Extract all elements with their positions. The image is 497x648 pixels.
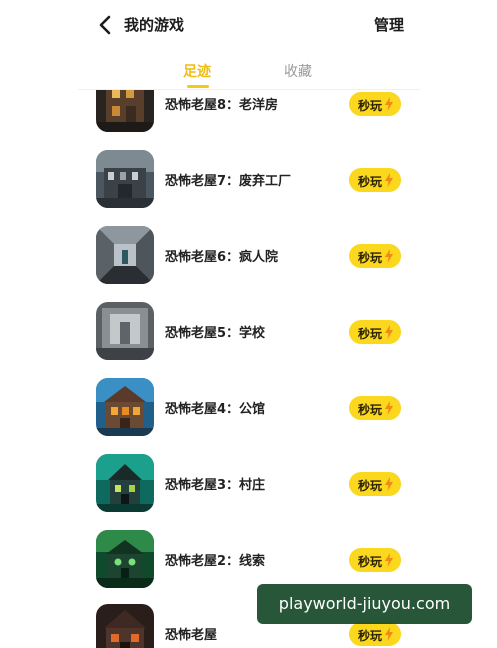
- instant-play-label: 秒玩: [358, 403, 383, 417]
- list-item[interactable]: 恐怖老屋8：老洋房 秒玩: [0, 90, 497, 134]
- instant-play-label: 秒玩: [358, 629, 383, 643]
- game-title: 恐怖老屋2：线索: [165, 554, 266, 569]
- tab-footprint[interactable]: 足迹: [183, 61, 211, 81]
- lightning-icon: [385, 401, 393, 415]
- asylum-corridor-game-icon: [96, 226, 154, 284]
- page-title: 我的游戏: [124, 16, 185, 34]
- instant-play-button[interactable]: 秒玩: [349, 92, 401, 116]
- active-tab-indicator: [187, 85, 209, 88]
- lightning-icon: [385, 627, 393, 641]
- game-list: 恐怖老屋8：老洋房 秒玩 恐怖老屋7：废弃工厂 秒玩 恐怖老屋6：疯人院 秒玩 …: [0, 90, 497, 648]
- instant-play-button[interactable]: 秒玩: [349, 472, 401, 496]
- instant-play-button[interactable]: 秒玩: [349, 168, 401, 192]
- list-item[interactable]: 恐怖老屋7：废弃工厂 秒玩: [0, 150, 497, 210]
- tab-favorites[interactable]: 收藏: [284, 61, 312, 81]
- watermark-text: playworld-jiuyou.com: [278, 594, 451, 613]
- lightning-icon: [385, 249, 393, 263]
- village-house-game-icon: [96, 454, 154, 512]
- lightning-icon: [385, 477, 393, 491]
- lightning-icon: [385, 325, 393, 339]
- chevron-left-icon[interactable]: [94, 13, 118, 37]
- instant-play-button[interactable]: 秒玩: [349, 396, 401, 420]
- game-title: 恐怖老屋7：废弃工厂: [165, 174, 292, 189]
- game-title: 恐怖老屋5：学校: [165, 326, 266, 341]
- lightning-icon: [385, 553, 393, 567]
- instant-play-button[interactable]: 秒玩: [349, 320, 401, 344]
- list-item[interactable]: 恐怖老屋2：线索 秒玩: [0, 530, 497, 590]
- instant-play-label: 秒玩: [358, 555, 383, 569]
- instant-play-button[interactable]: 秒玩: [349, 244, 401, 268]
- school-hallway-game-icon: [96, 302, 154, 360]
- instant-play-label: 秒玩: [358, 99, 383, 113]
- instant-play-label: 秒玩: [358, 251, 383, 265]
- lightning-icon: [385, 97, 393, 111]
- game-title: 恐怖老屋8：老洋房: [165, 98, 279, 113]
- top-bar: 我的游戏 管理: [0, 0, 497, 52]
- list-item[interactable]: 恐怖老屋4：公馆 秒玩: [0, 378, 497, 438]
- game-title: 恐怖老屋: [165, 628, 218, 643]
- tab-bar: 足迹 收藏: [0, 52, 497, 90]
- list-item[interactable]: 恐怖老屋3：村庄 秒玩: [0, 454, 497, 514]
- manage-button[interactable]: 管理: [374, 14, 404, 35]
- lightning-icon: [385, 173, 393, 187]
- instant-play-button[interactable]: 秒玩: [349, 548, 401, 572]
- abandoned-factory-game-icon: [96, 150, 154, 208]
- instant-play-label: 秒玩: [358, 327, 383, 341]
- clue-house-game-icon: [96, 530, 154, 588]
- instant-play-button[interactable]: 秒玩: [349, 622, 401, 646]
- instant-play-label: 秒玩: [358, 175, 383, 189]
- game-title: 恐怖老屋6：疯人院: [165, 250, 279, 265]
- instant-play-label: 秒玩: [358, 479, 383, 493]
- watermark-badge: playworld-jiuyou.com: [257, 584, 472, 624]
- haunted-mansion-game-icon: [96, 90, 154, 132]
- list-item[interactable]: 恐怖老屋6：疯人院 秒玩: [0, 226, 497, 286]
- mansion-game-icon: [96, 378, 154, 436]
- list-item[interactable]: 恐怖老屋5：学校 秒玩: [0, 302, 497, 362]
- game-title: 恐怖老屋4：公馆: [165, 402, 266, 417]
- old-house-game-icon: [96, 604, 154, 648]
- game-title: 恐怖老屋3：村庄: [165, 478, 266, 493]
